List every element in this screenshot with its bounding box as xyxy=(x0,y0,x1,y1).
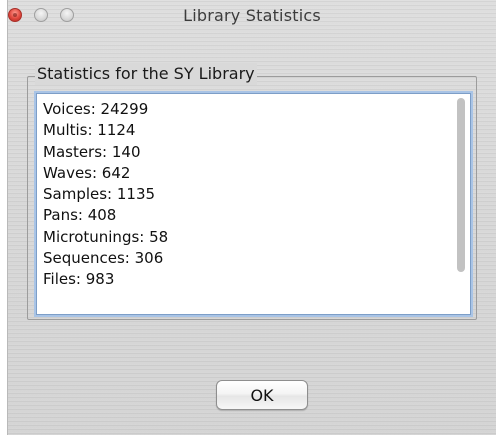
group-title: Statistics for the SY Library xyxy=(35,63,257,85)
statistics-lines: Voices: 24299 Multis: 1124 Masters: 140 … xyxy=(43,99,443,291)
stat-line-voices: Voices: 24299 xyxy=(43,100,149,118)
dialog-window: Library Statistics Statistics for the SY… xyxy=(7,0,496,435)
scrollbar-thumb[interactable] xyxy=(457,98,465,272)
stat-line-multis: Multis: 1124 xyxy=(43,121,136,140)
vertical-scrollbar[interactable] xyxy=(454,96,468,312)
stat-line-microtunings: Microtunings: 58 xyxy=(43,227,169,246)
statistics-text-area[interactable]: Voices: 24299 Multis: 1124 Masters: 140 … xyxy=(36,93,471,315)
stat-line-pans: Pans: 408 xyxy=(43,206,117,225)
window-title: Library Statistics xyxy=(183,6,321,25)
stat-line-masters: Masters: 140 xyxy=(43,142,141,161)
ok-button[interactable]: OK xyxy=(216,380,308,410)
stat-line-sequences: Sequences: 306 xyxy=(43,249,164,268)
stat-line-waves: Waves: 642 xyxy=(43,163,131,182)
stat-line-files: Files: 983 xyxy=(43,270,115,289)
title-bar[interactable]: Library Statistics xyxy=(8,0,496,39)
stat-line-samples: Samples: 1135 xyxy=(43,185,156,204)
